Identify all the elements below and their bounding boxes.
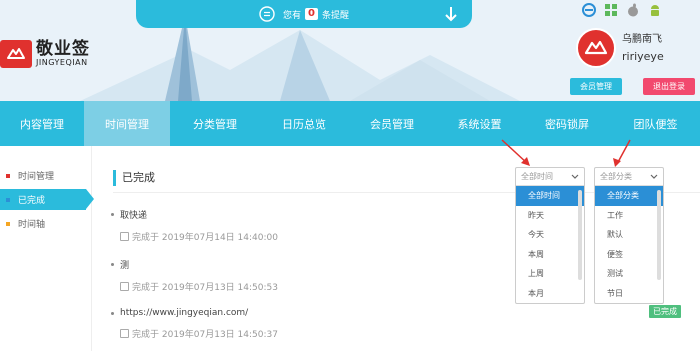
category-option[interactable]: 工作 xyxy=(595,206,663,226)
android-icon[interactable] xyxy=(648,3,662,17)
category-option[interactable]: 默认 xyxy=(595,225,663,245)
user-id: ririyeye xyxy=(622,50,664,63)
category-filter-select[interactable]: 全部分类 xyxy=(595,168,663,186)
bullet-icon xyxy=(6,197,10,202)
item-completed-time: 完成于 2019年07月14日 14:40:00 xyxy=(132,233,278,243)
calendar-check-icon xyxy=(120,329,129,338)
notice-prefix: 您有 xyxy=(283,10,302,21)
sidebar-item-label: 时间管理 xyxy=(18,172,55,182)
logo-name: 敬业签 xyxy=(36,39,90,59)
bullet-icon xyxy=(111,311,114,315)
logo-subtitle: JINGYEQIAN xyxy=(36,58,88,67)
annotation-arrow-icon xyxy=(501,139,530,166)
calendar-check-icon xyxy=(120,232,129,241)
status-badge: 已完成 xyxy=(649,305,681,318)
sidebar: 时间管理 已完成 时间轴 xyxy=(0,146,94,351)
nav-item-members[interactable]: 会员管理 xyxy=(348,101,436,146)
scrollbar[interactable] xyxy=(657,190,661,280)
apple-icon[interactable] xyxy=(626,3,640,17)
arrow-down-icon[interactable] xyxy=(444,6,458,22)
time-option[interactable]: 上周 xyxy=(516,264,584,284)
bullet-icon xyxy=(111,213,114,216)
sidebar-item-label: 时间轴 xyxy=(18,220,46,230)
bullet-icon xyxy=(6,173,10,178)
logo-mark-icon xyxy=(0,40,32,68)
time-filter-dropdown[interactable]: 全部时间 全部时间 昨天 今天 本周 上周 本月 xyxy=(515,167,585,304)
chevron-down-icon xyxy=(650,174,658,179)
sidebar-item-label: 已完成 xyxy=(18,196,46,206)
bullet-icon xyxy=(111,263,114,266)
category-filter-value: 全部分类 xyxy=(600,172,632,181)
scrollbar[interactable] xyxy=(578,190,582,280)
nav-item-category[interactable]: 分类管理 xyxy=(170,101,260,146)
chevron-down-icon xyxy=(571,174,579,179)
category-option[interactable]: 节日 xyxy=(595,284,663,304)
time-filter-value: 全部时间 xyxy=(521,172,553,181)
sidebar-item-time[interactable]: 时间管理 xyxy=(0,165,86,186)
main-nav: 内容管理 时间管理 分类管理 日历总览 会员管理 系统设置 密码锁屏 团队便签 xyxy=(0,101,700,146)
time-option[interactable]: 昨天 xyxy=(516,206,584,226)
member-management-button[interactable]: 会员管理 xyxy=(570,78,622,95)
nav-item-calendar[interactable]: 日历总览 xyxy=(260,101,348,146)
logo[interactable]: 敬业签 JINGYEQIAN xyxy=(0,40,90,68)
logout-button[interactable]: 退出登录 xyxy=(643,78,695,95)
notice-suffix: 条提醒 xyxy=(321,10,349,21)
sidebar-item-timeline[interactable]: 时间轴 xyxy=(0,213,86,234)
category-option[interactable]: 测试 xyxy=(595,264,663,284)
page-title: 已完成 xyxy=(113,170,155,186)
chat-bubble-icon xyxy=(259,6,275,22)
list-item[interactable]: 取快递 完成于 2019年07月14日 14:40:00 xyxy=(111,208,278,243)
user-name: 乌鹏南飞 xyxy=(622,34,662,45)
sidebar-item-completed[interactable]: 已完成 xyxy=(0,189,94,210)
time-option[interactable]: 今天 xyxy=(516,225,584,245)
item-title: https://www.jingyeqian.com/ xyxy=(120,308,249,318)
list-item[interactable]: 测 完成于 2019年07月13日 14:50:53 xyxy=(111,258,278,293)
item-title: 取快递 xyxy=(120,211,148,221)
nav-item-lock[interactable]: 密码锁屏 xyxy=(523,101,611,146)
time-filter-select[interactable]: 全部时间 xyxy=(516,168,584,186)
category-filter-dropdown[interactable]: 全部分类 全部分类 工作 默认 便签 测试 节日 xyxy=(594,167,664,304)
item-title: 测 xyxy=(120,261,130,271)
notice-bar[interactable]: 您有 0 条提醒 xyxy=(136,0,472,28)
platform-icons xyxy=(582,3,662,17)
calendar-check-icon xyxy=(120,282,129,291)
time-option[interactable]: 本月 xyxy=(516,284,584,304)
notice-count: 0 xyxy=(305,8,318,20)
category-option[interactable]: 全部分类 xyxy=(595,186,663,206)
nav-item-content[interactable]: 内容管理 xyxy=(0,101,84,146)
windows-icon[interactable] xyxy=(604,3,618,17)
time-option[interactable]: 全部时间 xyxy=(516,186,584,206)
time-option[interactable]: 本周 xyxy=(516,245,584,265)
item-completed-time: 完成于 2019年07月13日 14:50:37 xyxy=(132,330,278,340)
nav-item-time[interactable]: 时间管理 xyxy=(84,101,170,146)
category-option[interactable]: 便签 xyxy=(595,245,663,265)
list-item[interactable]: https://www.jingyeqian.com/ 完成于 2019年07月… xyxy=(111,308,278,340)
bullet-icon xyxy=(6,221,10,226)
ie-icon[interactable] xyxy=(582,3,596,17)
avatar[interactable] xyxy=(576,28,616,68)
header: 您有 0 条提醒 敬业签 JINGYEQIAN 乌鹏南飞 ririyeye 会员… xyxy=(0,0,700,101)
item-completed-time: 完成于 2019年07月13日 14:50:53 xyxy=(132,283,278,293)
annotation-arrow-icon xyxy=(613,139,631,167)
